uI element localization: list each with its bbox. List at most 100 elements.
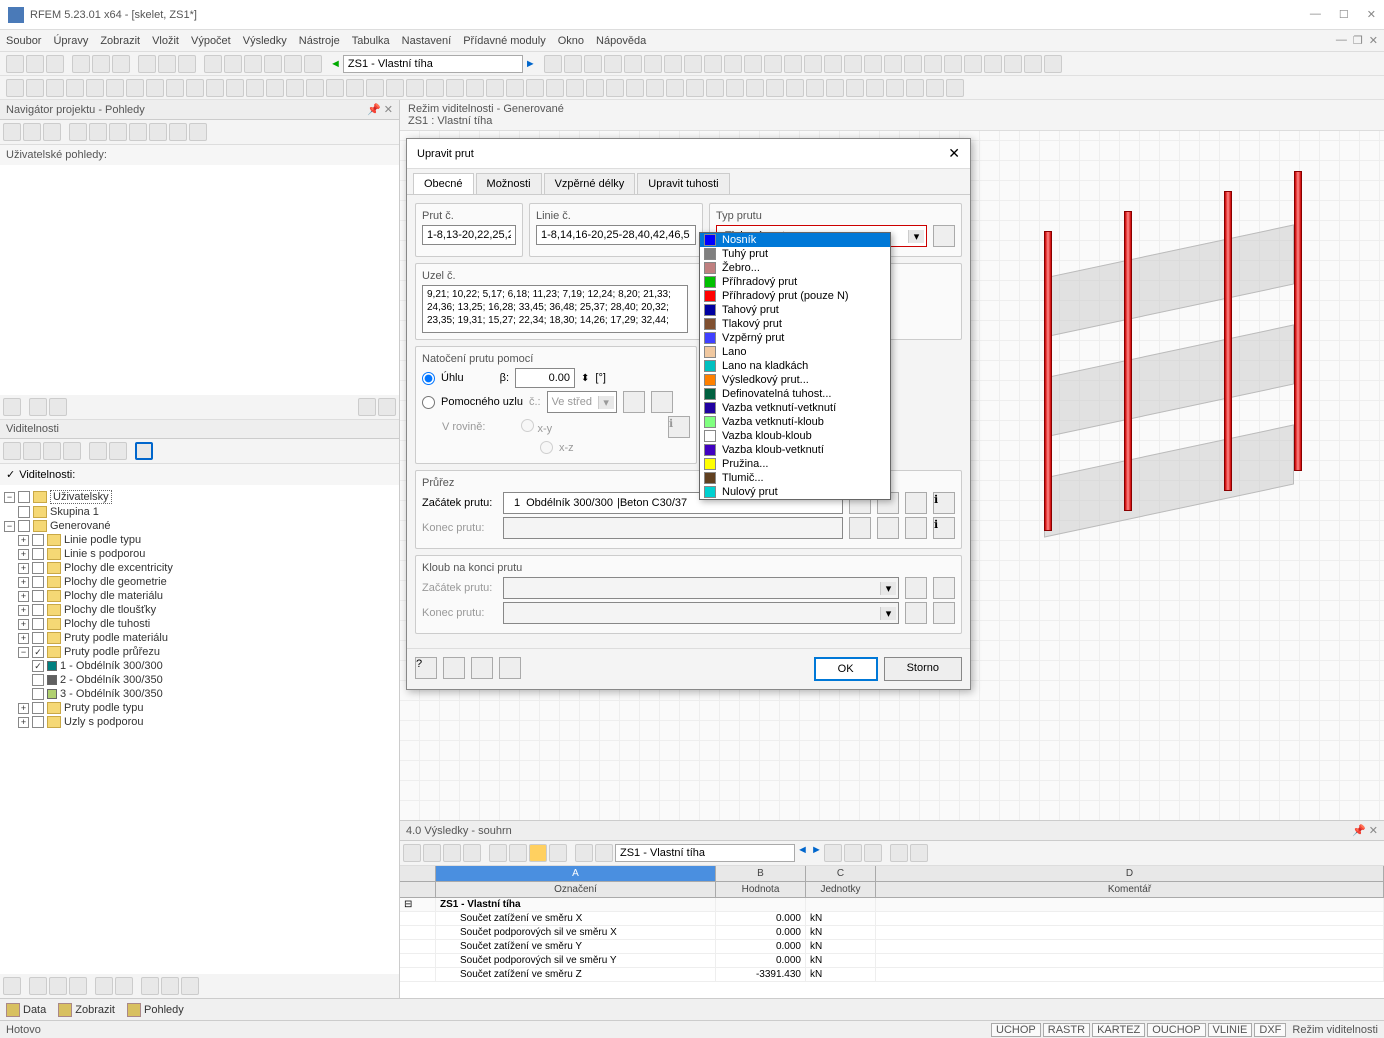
dropdown-item[interactable]: Nosník [700, 233, 890, 247]
dropdown-item[interactable]: Pružina... [700, 457, 890, 471]
tb-btn[interactable] [704, 55, 722, 73]
dropdown-item[interactable]: Tuhý prut [700, 247, 890, 261]
tb-btn[interactable] [604, 55, 622, 73]
ok-button[interactable]: OK [814, 657, 878, 681]
info-icon[interactable]: ℹ [933, 492, 955, 514]
dropdown-item[interactable]: Příhradový prut [700, 275, 890, 289]
tb-btn[interactable] [686, 79, 704, 97]
tree-act-btn[interactable] [49, 977, 67, 995]
col-d[interactable]: D [876, 866, 1384, 881]
pick-node-btn2[interactable] [651, 391, 673, 413]
tb-btn[interactable] [766, 79, 784, 97]
vis-btn-active[interactable] [135, 442, 153, 460]
navigator-pin-icon[interactable]: 📌 ✕ [367, 103, 393, 116]
dropdown-item[interactable]: Tahový prut [700, 303, 890, 317]
tb-btn[interactable] [506, 79, 524, 97]
res-tb-btn[interactable] [844, 844, 862, 862]
vis-btn[interactable] [43, 442, 61, 460]
menu-soubor[interactable]: Soubor [6, 35, 41, 47]
prurez-btn[interactable] [849, 517, 871, 539]
dropdown-item[interactable]: Lano [700, 345, 890, 359]
tree-act-btn[interactable] [29, 977, 47, 995]
tb-btn[interactable] [866, 79, 884, 97]
tree-checkbox[interactable] [32, 590, 44, 602]
tree-item[interactable]: Plochy dle tuhosti [64, 618, 150, 630]
tb-btn[interactable] [264, 55, 282, 73]
menu-vlozit[interactable]: Vložit [152, 35, 179, 47]
res-tb-btn[interactable] [403, 844, 421, 862]
tb-btn[interactable] [886, 79, 904, 97]
vis-btn[interactable] [23, 442, 41, 460]
tree-act-btn[interactable] [141, 977, 159, 995]
vis-btn[interactable] [89, 442, 107, 460]
uhlu-radio[interactable] [422, 372, 435, 385]
table-row[interactable]: Součet zatížení ve směru Y0.000kN [400, 940, 1384, 954]
tab-tuhosti[interactable]: Upravit tuhosti [637, 173, 729, 194]
tree-checkbox[interactable] [18, 491, 30, 503]
tb-btn[interactable] [946, 79, 964, 97]
kloub-btn[interactable] [933, 577, 955, 599]
uzel-textarea[interactable]: 9,21; 10,22; 5,17; 6,18; 11,23; 7,19; 12… [422, 285, 688, 333]
tree-act-btn[interactable] [69, 977, 87, 995]
tb-btn[interactable] [6, 79, 24, 97]
tab-zobrazit[interactable]: Zobrazit [58, 1003, 115, 1017]
res-tb-btn[interactable] [595, 844, 613, 862]
pick-node-btn[interactable] [623, 391, 645, 413]
res-tb-btn[interactable] [489, 844, 507, 862]
table-row[interactable]: Součet zatížení ve směru Z-3391.430kN [400, 968, 1384, 982]
tree-expand-icon[interactable]: − [18, 647, 29, 658]
res-tb-btn[interactable] [443, 844, 461, 862]
tb-btn[interactable] [586, 79, 604, 97]
tree-checkbox[interactable] [32, 688, 44, 700]
tb-btn[interactable] [984, 55, 1002, 73]
tb-btn[interactable] [846, 79, 864, 97]
mdi-restore-icon[interactable]: ❐ [1353, 34, 1363, 47]
tb-btn[interactable] [884, 55, 902, 73]
tree-checkbox[interactable] [32, 716, 44, 728]
results-combo[interactable]: ZS1 - Vlastní tíha [615, 844, 795, 862]
tree-checkbox[interactable] [18, 506, 30, 518]
tb-undo-icon[interactable] [92, 55, 110, 73]
res-tb-btn[interactable] [529, 844, 547, 862]
tb-btn[interactable] [606, 79, 624, 97]
tree-expand-icon[interactable]: + [18, 563, 29, 574]
tb-btn[interactable] [746, 79, 764, 97]
tree-item[interactable]: Uzly s podporou [64, 716, 144, 728]
tb-btn[interactable] [246, 79, 264, 97]
vis-btn[interactable] [3, 442, 21, 460]
tab-vzperne[interactable]: Vzpěrné délky [544, 173, 636, 194]
tb-btn[interactable] [186, 79, 204, 97]
visibility-checkbox[interactable]: ✓ [6, 468, 15, 481]
tree-expand-icon[interactable]: + [18, 717, 29, 728]
tb-btn[interactable] [366, 79, 384, 97]
tb-btn[interactable] [26, 79, 44, 97]
tb-btn[interactable] [924, 55, 942, 73]
tb-btn[interactable] [626, 79, 644, 97]
tb-btn[interactable] [706, 79, 724, 97]
menu-vysledky[interactable]: Výsledky [243, 35, 287, 47]
close-button[interactable]: ✕ [1367, 8, 1376, 21]
cancel-button[interactable]: Storno [884, 657, 962, 681]
tb-btn[interactable] [266, 79, 284, 97]
col-c[interactable]: C [806, 866, 876, 881]
status-toggle[interactable]: UCHOP [991, 1023, 1041, 1037]
prut-input[interactable] [422, 225, 516, 245]
tree-checkbox[interactable] [32, 618, 44, 630]
menu-napoveda[interactable]: Nápověda [596, 35, 646, 47]
tb-btn[interactable] [724, 55, 742, 73]
tree-group1[interactable]: Skupina 1 [50, 506, 99, 518]
tree-section[interactable]: 3 - Obdélník 300/350 [60, 688, 163, 700]
view-btn[interactable] [69, 123, 87, 141]
typ-extra-btn[interactable] [933, 225, 955, 247]
col-b[interactable]: B [716, 866, 806, 881]
tb-btn[interactable] [46, 79, 64, 97]
tb-btn[interactable] [206, 79, 224, 97]
tb-btn[interactable] [744, 55, 762, 73]
tree-checkbox[interactable] [18, 520, 30, 532]
beta-input[interactable] [515, 368, 575, 388]
status-toggle[interactable]: VLINIE [1208, 1023, 1253, 1037]
dlg-tool-btn[interactable] [499, 657, 521, 679]
tree-expand-icon[interactable]: − [4, 492, 15, 503]
kloub-btn[interactable] [933, 602, 955, 624]
tb-btn[interactable] [804, 55, 822, 73]
